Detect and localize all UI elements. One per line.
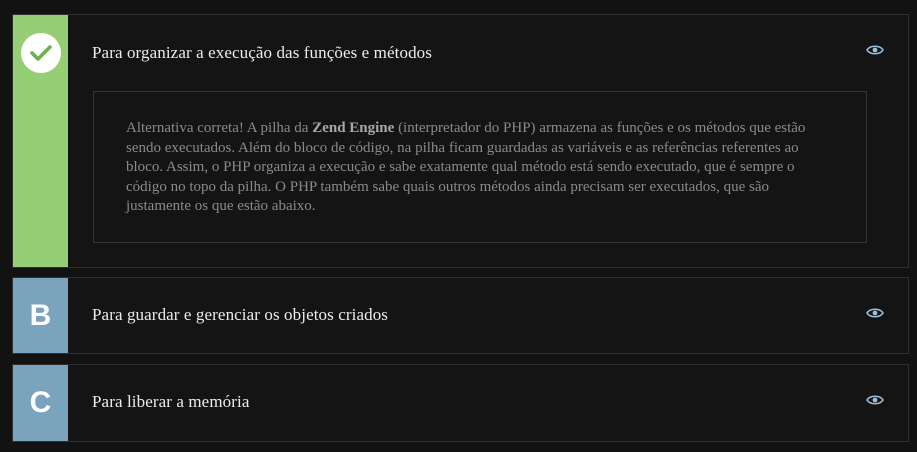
explanation-box: Alternativa correta! A pilha da Zend Eng… [93,91,867,243]
alternative-a-correct[interactable]: Para organizar a execução das funções e … [12,14,909,268]
alternative-label: Para guardar e gerenciar os objetos cria… [92,305,389,324]
explanation-bold-term: Zend Engine [312,120,395,136]
eye-icon[interactable] [866,306,884,318]
letter-c: C [29,386,52,419]
alternative-label: Para organizar a execução das funções e … [92,43,432,62]
explanation-text-start: Alternativa correta! A pilha da [126,120,313,136]
eye-icon[interactable] [866,43,884,55]
alternative-label: Para liberar a memória [92,392,250,411]
check-icon [20,33,61,73]
eye-icon[interactable] [866,393,884,405]
correct-marker [13,15,68,267]
letter-marker-c: C [13,365,68,441]
letter-b: B [29,298,52,332]
alternative-b[interactable]: B Para guardar e gerenciar os objetos cr… [12,277,909,354]
letter-marker-b: B [13,278,68,353]
alternative-c[interactable]: C Para liberar a memória [12,364,909,442]
